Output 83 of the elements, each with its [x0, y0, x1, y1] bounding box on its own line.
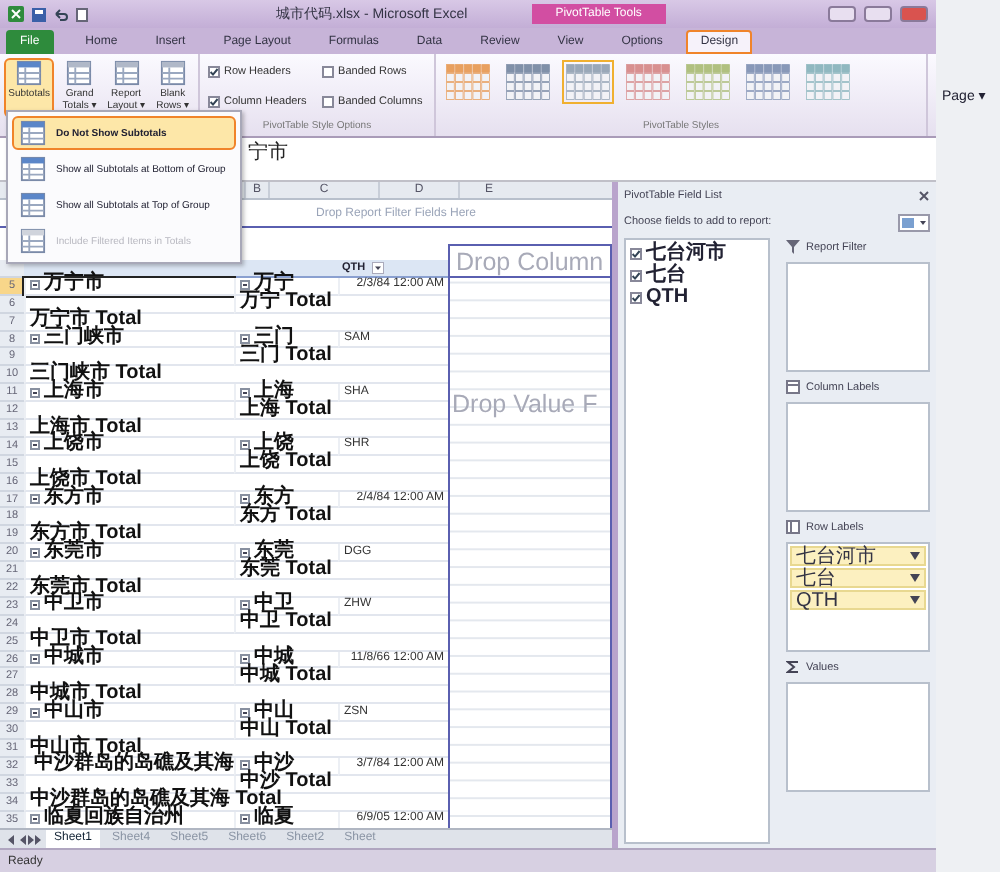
county-name: 中城 [254, 650, 294, 668]
collapse-icon[interactable] [30, 440, 40, 451]
table-icon [113, 60, 140, 86]
table-icon [16, 60, 43, 86]
collapse-icon[interactable] [240, 707, 250, 718]
excel-icon[interactable] [8, 6, 24, 22]
close-icon[interactable] [918, 190, 930, 202]
style-thumbnail[interactable] [562, 60, 614, 104]
field-checkbox[interactable]: 七台 [630, 266, 764, 286]
drop-column-label: Drop Column [456, 247, 604, 275]
collapse-icon[interactable] [30, 280, 40, 291]
style-thumbnail[interactable] [802, 60, 854, 104]
table-icon [20, 120, 46, 146]
drop-value-label: Drop Value F [452, 390, 598, 418]
checkbox-icon[interactable] [630, 270, 642, 282]
columns-icon [786, 380, 800, 394]
collapse-icon[interactable] [30, 547, 40, 558]
collapse-icon[interactable] [240, 654, 250, 665]
collapse-icon[interactable] [240, 440, 250, 451]
collapse-icon[interactable] [30, 654, 40, 665]
field-chip[interactable]: 七台 [790, 568, 926, 588]
county-name: 中山 [254, 703, 294, 722]
undo-icon[interactable] [54, 7, 68, 21]
style-thumbnail[interactable] [442, 60, 494, 104]
collapse-icon[interactable] [240, 814, 250, 825]
collapse-icon[interactable] [30, 814, 40, 825]
collapse-icon[interactable] [30, 334, 40, 344]
table-icon [20, 228, 46, 254]
subtotal-label: 上海 Total [234, 402, 448, 421]
field-chip[interactable]: 七台河市 [790, 546, 926, 566]
collapse-icon[interactable] [240, 494, 250, 505]
dropdown-icon[interactable] [910, 574, 920, 582]
filter-icon [786, 240, 800, 254]
rows-icon [786, 520, 800, 534]
city-name: 东莞市 [44, 543, 104, 562]
style-thumbnail[interactable] [502, 60, 554, 104]
checkbox-icon[interactable] [630, 248, 642, 260]
collapse-icon[interactable] [240, 760, 250, 771]
style-thumbnail[interactable] [682, 60, 734, 104]
minimize-button[interactable] [828, 6, 856, 22]
collapse-icon[interactable] [30, 600, 40, 611]
table-icon [20, 156, 46, 182]
checkbox-icon[interactable] [208, 66, 220, 79]
sigma-icon [786, 660, 800, 674]
checkbox-icon[interactable] [208, 95, 220, 108]
style-thumbnail[interactable] [742, 60, 794, 104]
collapse-icon[interactable] [240, 547, 250, 558]
save-icon[interactable] [32, 7, 46, 21]
formula-field[interactable]: 宁市 [248, 142, 288, 180]
county-name: 上海 [254, 383, 294, 402]
county-name: 东莞 [254, 543, 294, 562]
collapse-icon[interactable] [30, 707, 40, 718]
city-name: 上海市 [44, 383, 104, 402]
checkbox-icon[interactable] [322, 66, 335, 79]
field-checkbox[interactable]: 七台河市 [630, 244, 764, 264]
field-chip[interactable]: QTH [790, 590, 926, 610]
collapse-icon[interactable] [240, 387, 250, 398]
layout-icon[interactable] [898, 213, 930, 231]
style-thumbnail[interactable] [622, 60, 674, 104]
subtotal-label: 中山 Total [234, 722, 448, 741]
maximize-button[interactable] [864, 6, 892, 22]
dropdown-icon[interactable] [910, 596, 920, 604]
table-icon [159, 60, 186, 86]
collapse-icon[interactable] [240, 600, 250, 611]
filter-dropdown-icon[interactable] [371, 261, 384, 274]
sheet-nav-icon[interactable] [6, 833, 42, 845]
table-icon [66, 60, 93, 86]
collapse-icon[interactable] [30, 494, 40, 505]
city-name: 临夏回族自治州 [44, 810, 184, 829]
document-icon[interactable] [76, 7, 88, 21]
county-name: 临夏 [254, 810, 294, 829]
collapse-icon[interactable] [30, 387, 40, 398]
field-checkbox[interactable]: QTH [630, 288, 764, 308]
checkbox-icon[interactable] [322, 95, 335, 108]
table-icon [20, 192, 46, 218]
subtotal-label: 中城 Total [234, 668, 448, 687]
city-name: 中山市 [44, 703, 104, 722]
area-box[interactable]: 七台河市 七台 QTH [786, 542, 930, 652]
subtotal-label: 三门 Total [234, 348, 448, 367]
collapse-icon[interactable] [240, 334, 250, 344]
dropdown-icon[interactable] [910, 552, 920, 560]
checkbox-icon[interactable] [630, 292, 642, 304]
collapse-icon[interactable] [240, 280, 250, 291]
